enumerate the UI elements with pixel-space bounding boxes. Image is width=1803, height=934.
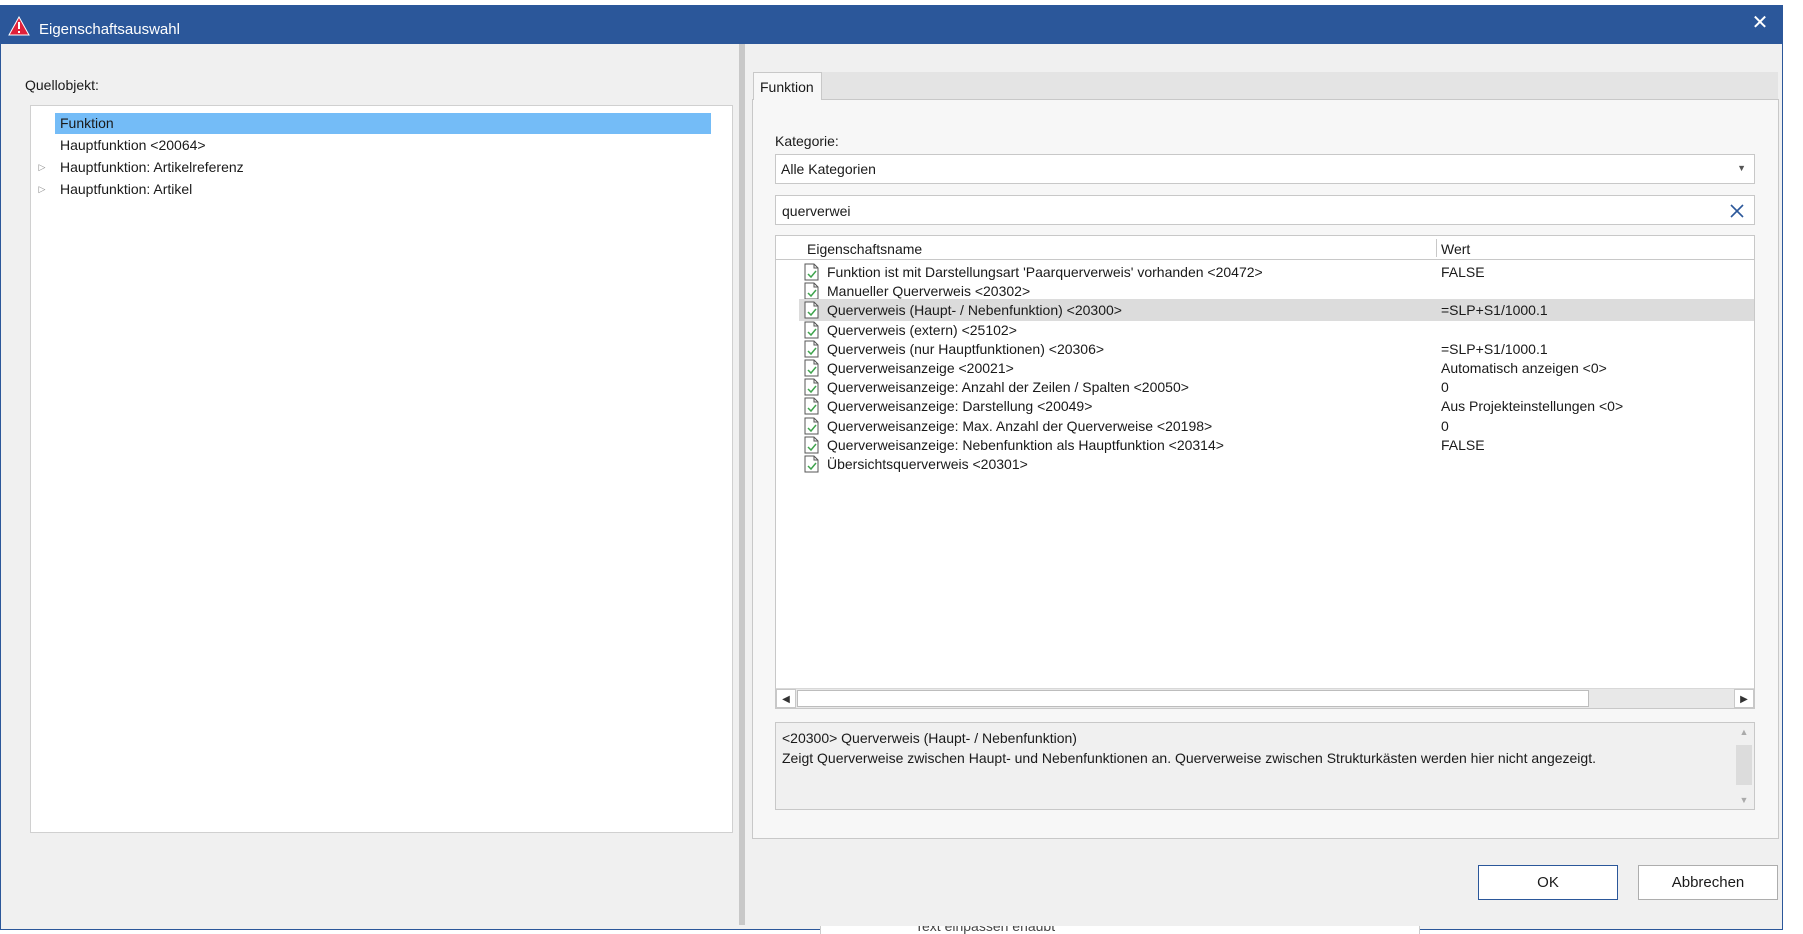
tree-item-hauptfunktion[interactable]: Hauptfunktion <20064> [55,135,711,156]
category-label: Kategorie: [775,133,839,149]
property-row[interactable]: Übersichtsquerverweis <20301> [799,453,1754,475]
scroll-up-icon[interactable]: ▲ [1734,723,1754,741]
property-doc-check-icon [804,340,819,358]
property-name: Querverweisanzeige: Darstellung <20049> [827,398,1093,415]
property-selection-dialog: Eigenschaftsauswahl ✕ Quellobjekt: Funkt… [0,5,1783,930]
scroll-left-icon[interactable]: ◀ [776,689,796,708]
property-value: FALSE [1441,436,1485,453]
property-doc-check-icon [804,301,819,319]
title-bar: Eigenschaftsauswahl ✕ [1,6,1782,44]
pane-splitter[interactable] [739,44,745,925]
search-input[interactable] [782,202,1682,220]
property-doc-check-icon [804,321,819,339]
description-scrollbar[interactable]: ▲ ▼ [1734,723,1754,809]
scroll-right-icon[interactable]: ▶ [1734,689,1754,708]
description-text: Zeigt Querverweise zwischen Haupt- und N… [782,750,1596,766]
tree-item-label: Hauptfunktion <20064> [60,137,206,153]
property-grid: Eigenschaftsname Wert Funktion ist mit D… [775,235,1755,709]
category-value: Alle Kategorien [781,161,876,177]
property-name: Manueller Querverweis <20302> [827,283,1031,300]
property-name: Funktion ist mit Darstellungsart 'Paarqu… [827,264,1263,280]
property-doc-check-icon [804,436,819,454]
column-header-name[interactable]: Eigenschaftsname [807,241,922,257]
horizontal-scrollbar[interactable]: ◀ ▶ [776,688,1754,708]
source-object-label: Quellobjekt: [25,77,99,93]
close-icon[interactable]: ✕ [1746,10,1774,38]
category-select[interactable]: Alle Kategorien ▼ [775,154,1755,184]
tree-item-artikel[interactable]: ▷ Hauptfunktion: Artikel [39,179,711,200]
window-title: Eigenschaftsauswahl [39,21,180,38]
tree-item-label: Hauptfunktion: Artikelreferenz [60,159,244,175]
property-value: Automatisch anzeigen <0> [1441,360,1607,376]
scrollbar-thumb[interactable] [797,690,1589,707]
tab-funktion[interactable]: Funktion [753,72,822,100]
property-name: Querverweisanzeige: Max. Anzahl der Quer… [827,417,1213,434]
property-doc-check-icon [804,282,819,300]
property-value: 0 [1441,417,1449,434]
tab-strip [822,72,1778,100]
source-object-tree[interactable]: Funktion Hauptfunktion <20064> ▷ Hauptfu… [30,105,733,833]
background-text: Text einpassen erlaubt [915,926,1056,934]
property-doc-check-icon [804,263,819,281]
tree-item-funktion[interactable]: Funktion [55,113,711,134]
property-doc-check-icon [804,417,819,435]
expand-arrow-icon[interactable]: ▷ [36,179,48,200]
property-name: Querverweisanzeige: Anzahl der Zeilen / … [827,379,1189,396]
search-box [775,195,1755,225]
scrollbar-thumb[interactable] [1736,745,1752,785]
cancel-button[interactable]: Abbrechen [1638,865,1778,900]
property-value: Aus Projekteinstellungen <0> [1441,398,1624,415]
tree-item-artikelreferenz[interactable]: ▷ Hauptfunktion: Artikelreferenz [39,157,711,178]
column-header-value[interactable]: Wert [1441,241,1470,257]
property-name: Querverweis (extern) <25102> [827,321,1017,338]
property-doc-check-icon [804,359,819,377]
warning-app-icon [8,16,30,36]
scroll-down-icon[interactable]: ▼ [1734,791,1754,809]
ok-button[interactable]: OK [1478,865,1618,900]
property-name: Querverweisanzeige <20021> [827,360,1014,376]
property-name: Querverweis (nur Hauptfunktionen) <20306… [827,340,1105,357]
tree-item-label: Hauptfunktion: Artikel [60,181,193,197]
column-separator[interactable] [1436,239,1437,257]
property-name: Querverweisanzeige: Nebenfunktion als Ha… [827,436,1224,453]
chevron-down-icon: ▼ [1737,163,1746,173]
property-doc-check-icon [804,397,819,415]
tree-item-label: Funktion [60,115,114,131]
background-window-fragment: Text einpassen erlaubt [820,926,1420,934]
description-box: <20300> Querverweis (Haupt- / Nebenfunkt… [775,722,1755,810]
grid-header: Eigenschaftsname Wert [776,236,1754,260]
property-name: Übersichtsquerverweis <20301> [827,456,1028,472]
property-value: FALSE [1441,264,1485,280]
property-doc-check-icon [804,455,819,473]
property-value: =SLP+S1/1000.1 [1441,302,1548,319]
expand-arrow-icon[interactable]: ▷ [36,157,48,178]
property-value: =SLP+S1/1000.1 [1441,340,1548,357]
property-name: Querverweis (Haupt- / Nebenfunktion) <20… [827,302,1122,319]
property-value: 0 [1441,379,1449,396]
property-doc-check-icon [804,378,819,396]
description-title: <20300> Querverweis (Haupt- / Nebenfunkt… [782,730,1077,746]
clear-search-icon[interactable] [1724,198,1750,224]
